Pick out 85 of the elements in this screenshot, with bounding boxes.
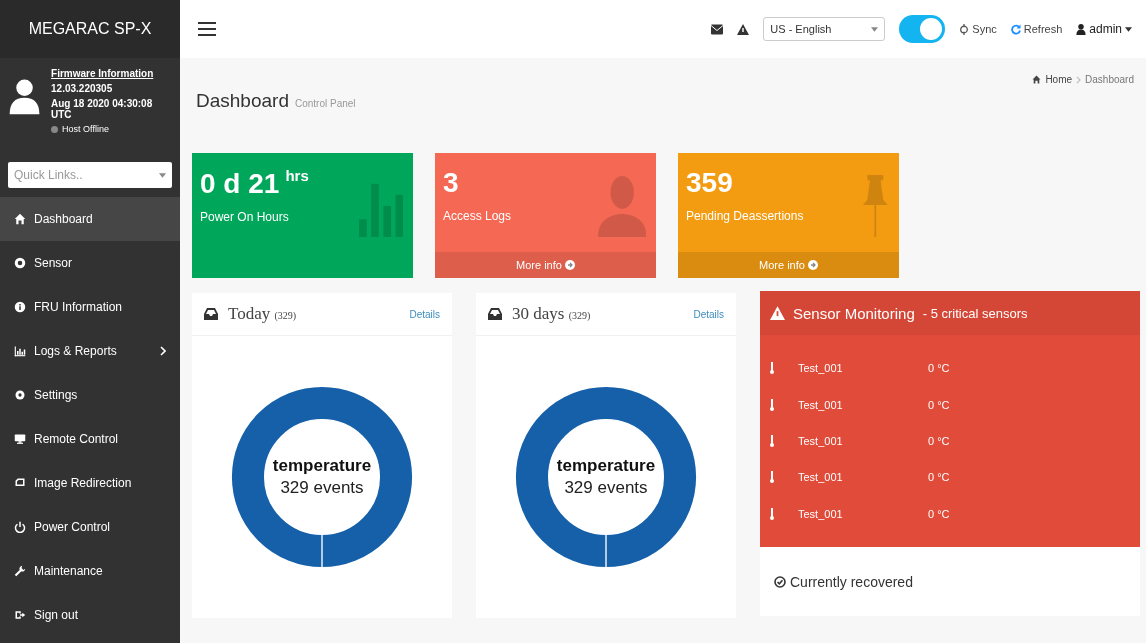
more-info-link[interactable]: More info: [435, 252, 656, 278]
wrench-icon: [14, 565, 26, 577]
monitor-icon: [14, 433, 26, 445]
person-silhouette-icon: [597, 175, 646, 237]
sensor-name: Test_001: [798, 398, 844, 411]
donut-value: 329 events: [564, 478, 648, 498]
sidebar-item[interactable]: FRU Information: [0, 285, 180, 329]
thermometer-icon: [770, 434, 774, 447]
page-title: Dashboard: [196, 90, 289, 112]
inbox-icon: [488, 308, 502, 320]
sensor-name: Test_001: [798, 362, 844, 375]
arrow-circle-icon: [807, 260, 818, 270]
page-subtitle: Control Panel: [294, 98, 356, 109]
breadcrumb-link[interactable]: Home: [1045, 74, 1073, 85]
user-menu[interactable]: admin: [1076, 22, 1132, 36]
user-silhouette-icon: [8, 76, 42, 116]
sync-link[interactable]: Sync: [959, 23, 997, 35]
sensor-reading: 0 °C: [928, 434, 950, 447]
chart-icon: [14, 345, 26, 357]
pushpin-icon: [862, 175, 889, 237]
thermometer-icon: [770, 507, 774, 520]
warning-icon[interactable]: [737, 23, 750, 35]
host-status: Host Offline: [62, 124, 109, 134]
panel-title: Sensor Monitoring: [793, 304, 915, 322]
donut-value: 329 events: [280, 478, 364, 498]
sidebar-item[interactable]: Maintenance: [0, 549, 180, 593]
sidebar-item[interactable]: Sensor: [0, 241, 180, 285]
sidebar-item[interactable]: Dashboard: [0, 197, 180, 241]
recovered-status: Currently recovered: [790, 573, 913, 590]
sensor-name: Test_001: [798, 507, 844, 520]
caret-icon: [871, 26, 879, 32]
toggle-switch[interactable]: [899, 15, 946, 43]
signout-icon: [14, 609, 26, 621]
status-dot-icon: [51, 125, 59, 133]
sidebar-item[interactable]: Settings: [0, 373, 180, 417]
stat-value: 0 d 21 $^{hrs}$: [200, 167, 310, 200]
chevron-right-icon: [1076, 75, 1082, 84]
sidebar-item[interactable]: Sign out: [0, 593, 180, 637]
home-icon: [1032, 75, 1042, 84]
sidebar-item[interactable]: Logs & Reports: [0, 329, 180, 373]
inbox-icon: [204, 308, 218, 320]
details-link[interactable]: Details: [693, 308, 724, 320]
refresh-icon: [1010, 23, 1021, 35]
envelope-icon[interactable]: [711, 23, 724, 35]
panel-title: 30 days (329): [512, 304, 591, 324]
sidebar-item[interactable]: Power Control: [0, 505, 180, 549]
stat-label: Pending Deassertions: [686, 209, 805, 223]
build-date: Aug 18 2020 04:30:08 UTC: [51, 98, 154, 120]
caret-icon: [159, 172, 166, 178]
sensor-reading: 0 °C: [928, 362, 950, 375]
warning-icon: [770, 306, 785, 320]
brand-title: MEGARAC SP-X: [0, 0, 180, 58]
firmware-version: 12.03.220305: [51, 83, 114, 94]
stat-label: Power On Hours: [200, 210, 290, 224]
sensor-reading: 0 °C: [928, 507, 950, 520]
breadcrumb-link[interactable]: Dashboard: [1085, 74, 1134, 85]
refresh-link[interactable]: Refresh: [1010, 23, 1063, 35]
details-link[interactable]: Details: [409, 308, 440, 320]
sync-icon: [959, 23, 970, 35]
donut-label: temperature: [556, 456, 656, 476]
sensor-reading: 0 °C: [928, 398, 950, 411]
thermometer-icon: [770, 362, 774, 375]
thermometer-icon: [770, 471, 774, 484]
sensor-name: Test_001: [798, 471, 844, 484]
sensor-name: Test_001: [798, 434, 844, 447]
home-icon: [14, 213, 26, 225]
firmware-information-link[interactable]: Firmware Information: [51, 68, 172, 79]
language-dropdown[interactable]: US - English: [763, 17, 886, 41]
sidebar-item[interactable]: Image Redirection: [0, 461, 180, 505]
power-icon: [14, 521, 26, 533]
thermometer-icon: [770, 398, 774, 411]
panel-title: Today (329): [228, 304, 297, 324]
stat-label: Access Logs: [443, 209, 513, 223]
menu-icon[interactable]: [198, 22, 216, 36]
arrow-circle-icon: [564, 260, 575, 270]
check-circle-icon: [774, 575, 786, 588]
user-icon: [1076, 23, 1087, 35]
panel-subtitle: - 5 critical sensors: [922, 305, 1028, 321]
stat-value: 3: [443, 167, 460, 199]
sidebar-item[interactable]: Remote Control: [0, 417, 180, 461]
info-icon: [14, 301, 26, 313]
caret-icon: [1125, 26, 1132, 32]
sensor-reading: 0 °C: [928, 471, 950, 484]
donut-label: temperature: [272, 456, 372, 476]
stat-value: 359: [686, 167, 734, 199]
